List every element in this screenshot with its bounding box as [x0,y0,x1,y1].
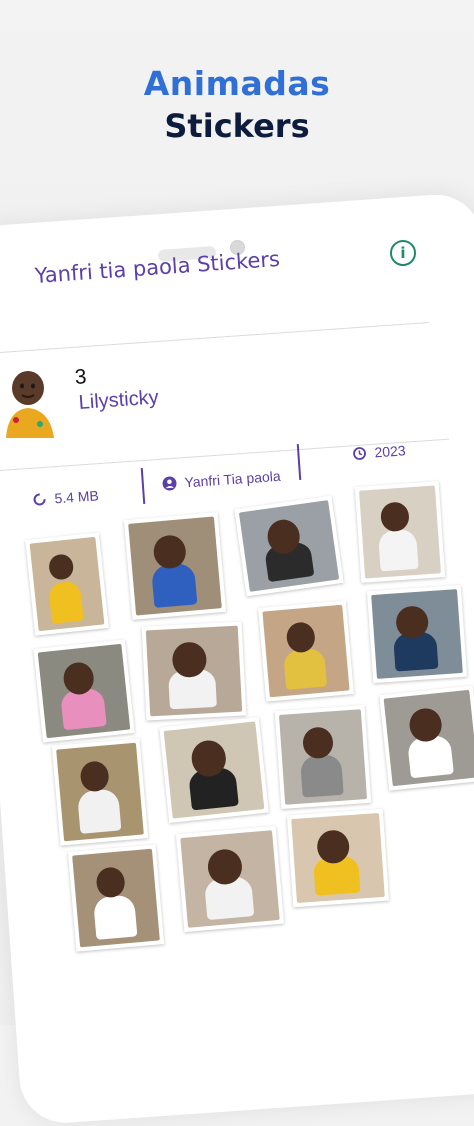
sticker-thumbnail[interactable] [274,704,372,810]
sticker-image [180,830,280,928]
pack-avatar [0,358,60,438]
info-icon[interactable]: i [390,240,416,266]
sticker-thumbnail[interactable] [234,495,344,597]
app-screen: i Yanfri tia paola Stickers 3 Lilysticky… [0,0,474,1025]
sticker-image [37,643,131,739]
year-stat: 2023 [352,442,406,462]
sticker-image [128,516,222,616]
clock-icon [353,447,366,460]
sticker-image [145,625,243,717]
sticker-image [238,500,340,592]
stat-separator-1 [140,467,146,505]
sticker-image [163,721,265,819]
publisher-value: Yanfri Tia paola [183,467,282,491]
sticker-thumbnail[interactable] [51,738,149,846]
sticker-thumbnail[interactable] [141,621,247,721]
account-icon [162,476,177,491]
sticker-thumbnail[interactable] [123,512,227,620]
size-stat: 5.4 MB [32,487,99,508]
sticker-thumbnail[interactable] [175,825,285,933]
publisher-stat: Yanfri Tia paola [162,468,281,492]
sticker-thumbnail[interactable] [354,481,446,583]
pack-author: Lilysticky [78,386,160,414]
sticker-image [29,536,105,632]
title-divider [0,322,430,353]
sticker-image [278,709,368,805]
sticker-image [371,589,463,679]
sticker-thumbnail[interactable] [33,639,135,743]
sticker-image [262,604,350,698]
sticker-thumbnail[interactable] [67,844,165,952]
sticker-image [383,689,474,787]
year-value: 2023 [373,442,407,461]
sticker-thumbnail[interactable] [159,717,269,823]
sticker-thumbnail[interactable] [286,808,390,908]
sticker-count: 3 [74,365,88,389]
sticker-thumbnail[interactable] [379,685,474,791]
sticker-image [72,848,160,948]
sticker-thumbnail[interactable] [258,600,354,702]
sticker-image [291,813,385,903]
sticker-thumbnail[interactable] [25,532,109,636]
sticker-image [56,742,144,842]
sticker-image [359,485,441,579]
sticker-thumbnail[interactable] [366,584,468,684]
size-value: 5.4 MB [53,487,100,507]
progress-circle-icon [33,493,46,506]
